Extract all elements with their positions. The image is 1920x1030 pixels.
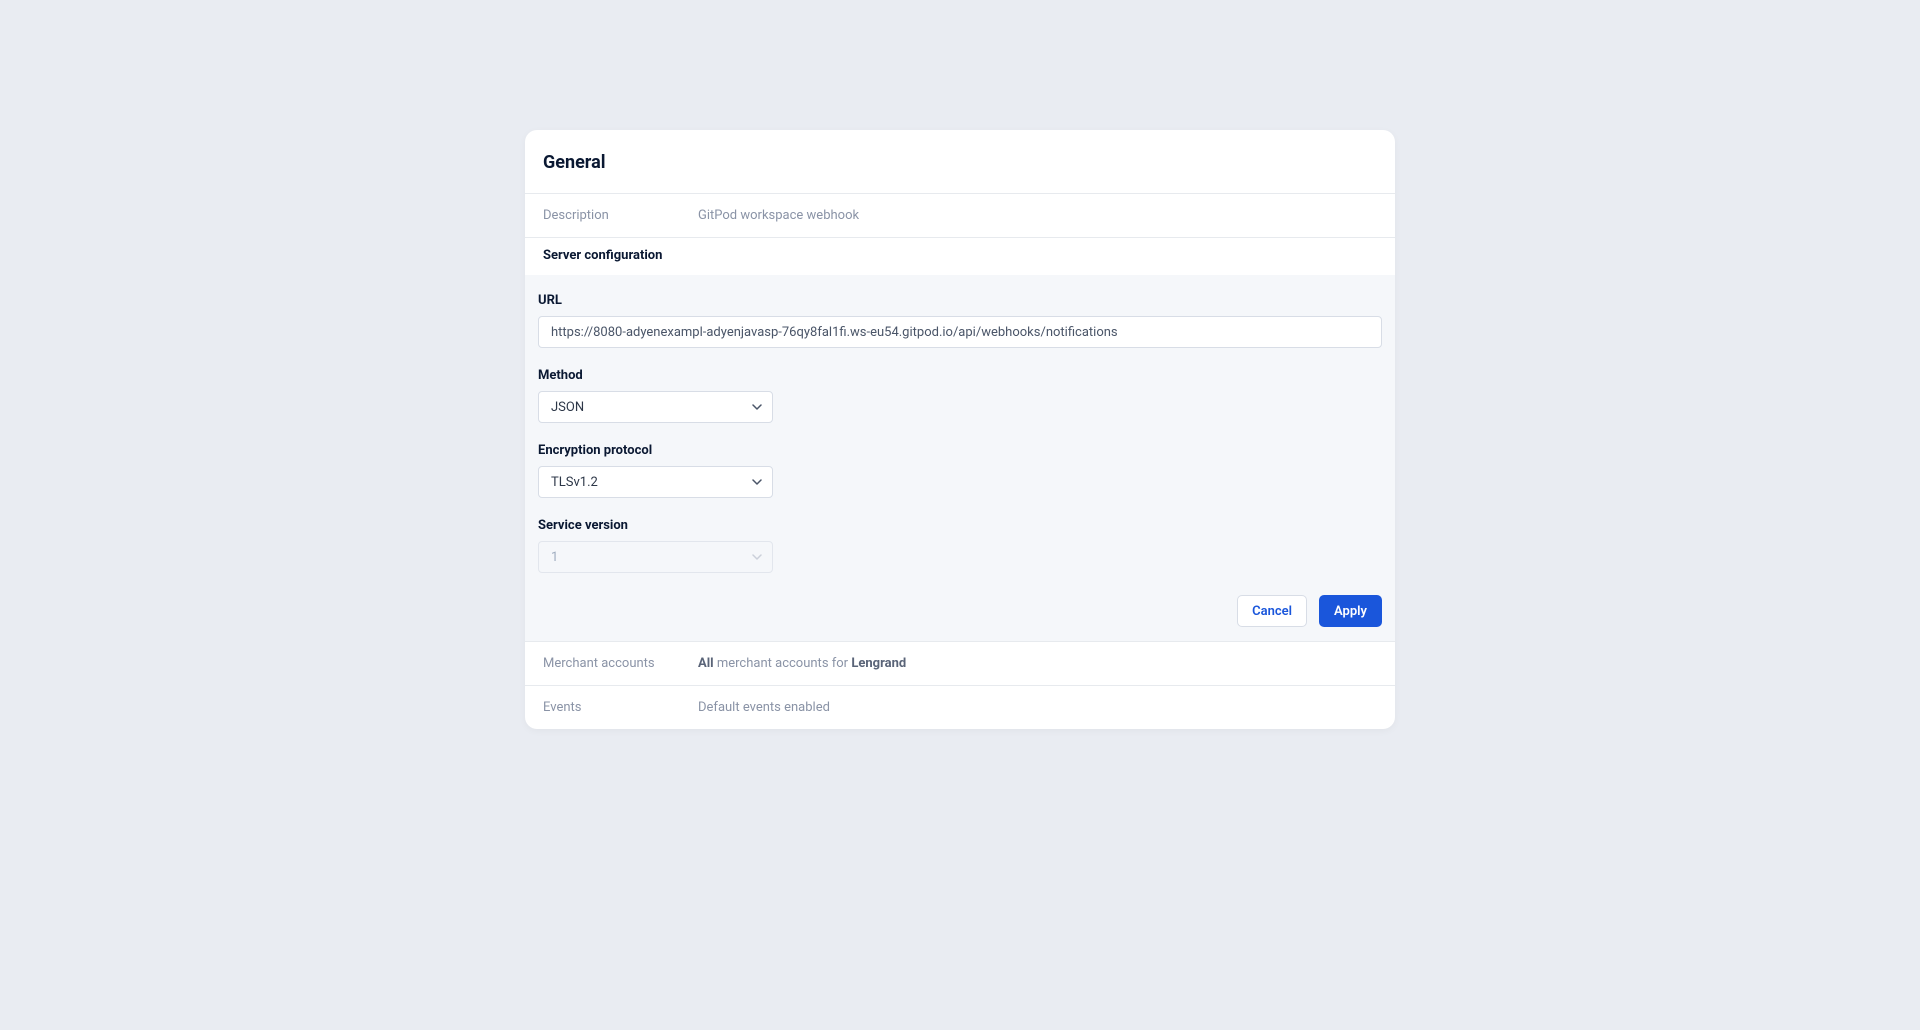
method-select-wrap: JSON bbox=[538, 391, 773, 423]
events-value: Default events enabled bbox=[698, 700, 1377, 715]
encryption-select[interactable]: TLSv1.2 bbox=[538, 466, 773, 498]
service-version-select-value: 1 bbox=[551, 550, 558, 565]
server-config-header: Server configuration bbox=[525, 238, 1395, 275]
server-config-block: URL Method JSON Encryption protocol TLSv… bbox=[525, 275, 1395, 642]
button-row: Cancel Apply bbox=[538, 593, 1382, 627]
method-label: Method bbox=[538, 368, 1382, 383]
service-version-select: 1 bbox=[538, 541, 773, 573]
method-select-value: JSON bbox=[551, 400, 584, 415]
merchant-accounts-label: Merchant accounts bbox=[543, 656, 698, 671]
events-label: Events bbox=[543, 700, 698, 715]
service-version-select-wrap: 1 bbox=[538, 541, 773, 573]
merchant-company: Lengrand bbox=[851, 656, 906, 671]
method-field-group: Method JSON bbox=[538, 368, 1382, 423]
merchant-prefix: All bbox=[698, 656, 714, 671]
encryption-select-value: TLSv1.2 bbox=[551, 475, 598, 490]
service-version-label: Service version bbox=[538, 518, 1382, 533]
merchant-accounts-row: Merchant accounts All merchant accounts … bbox=[525, 642, 1395, 685]
description-value: GitPod workspace webhook bbox=[698, 208, 1377, 223]
cancel-button[interactable]: Cancel bbox=[1237, 595, 1307, 627]
settings-card: General Description GitPod workspace web… bbox=[525, 130, 1395, 729]
method-select[interactable]: JSON bbox=[538, 391, 773, 423]
merchant-accounts-value: All merchant accounts for Lengrand bbox=[698, 656, 1377, 671]
apply-button[interactable]: Apply bbox=[1319, 595, 1382, 627]
merchant-middle: merchant accounts for bbox=[714, 656, 852, 671]
card-title: General bbox=[525, 130, 1395, 193]
encryption-label: Encryption protocol bbox=[538, 443, 1382, 458]
service-version-field-group: Service version 1 bbox=[538, 518, 1382, 573]
encryption-field-group: Encryption protocol TLSv1.2 bbox=[538, 443, 1382, 498]
description-label: Description bbox=[543, 208, 698, 223]
encryption-select-wrap: TLSv1.2 bbox=[538, 466, 773, 498]
url-field-group: URL bbox=[538, 293, 1382, 348]
description-row: Description GitPod workspace webhook bbox=[525, 194, 1395, 237]
url-label: URL bbox=[538, 293, 1382, 308]
events-row: Events Default events enabled bbox=[525, 686, 1395, 729]
url-input[interactable] bbox=[538, 316, 1382, 348]
